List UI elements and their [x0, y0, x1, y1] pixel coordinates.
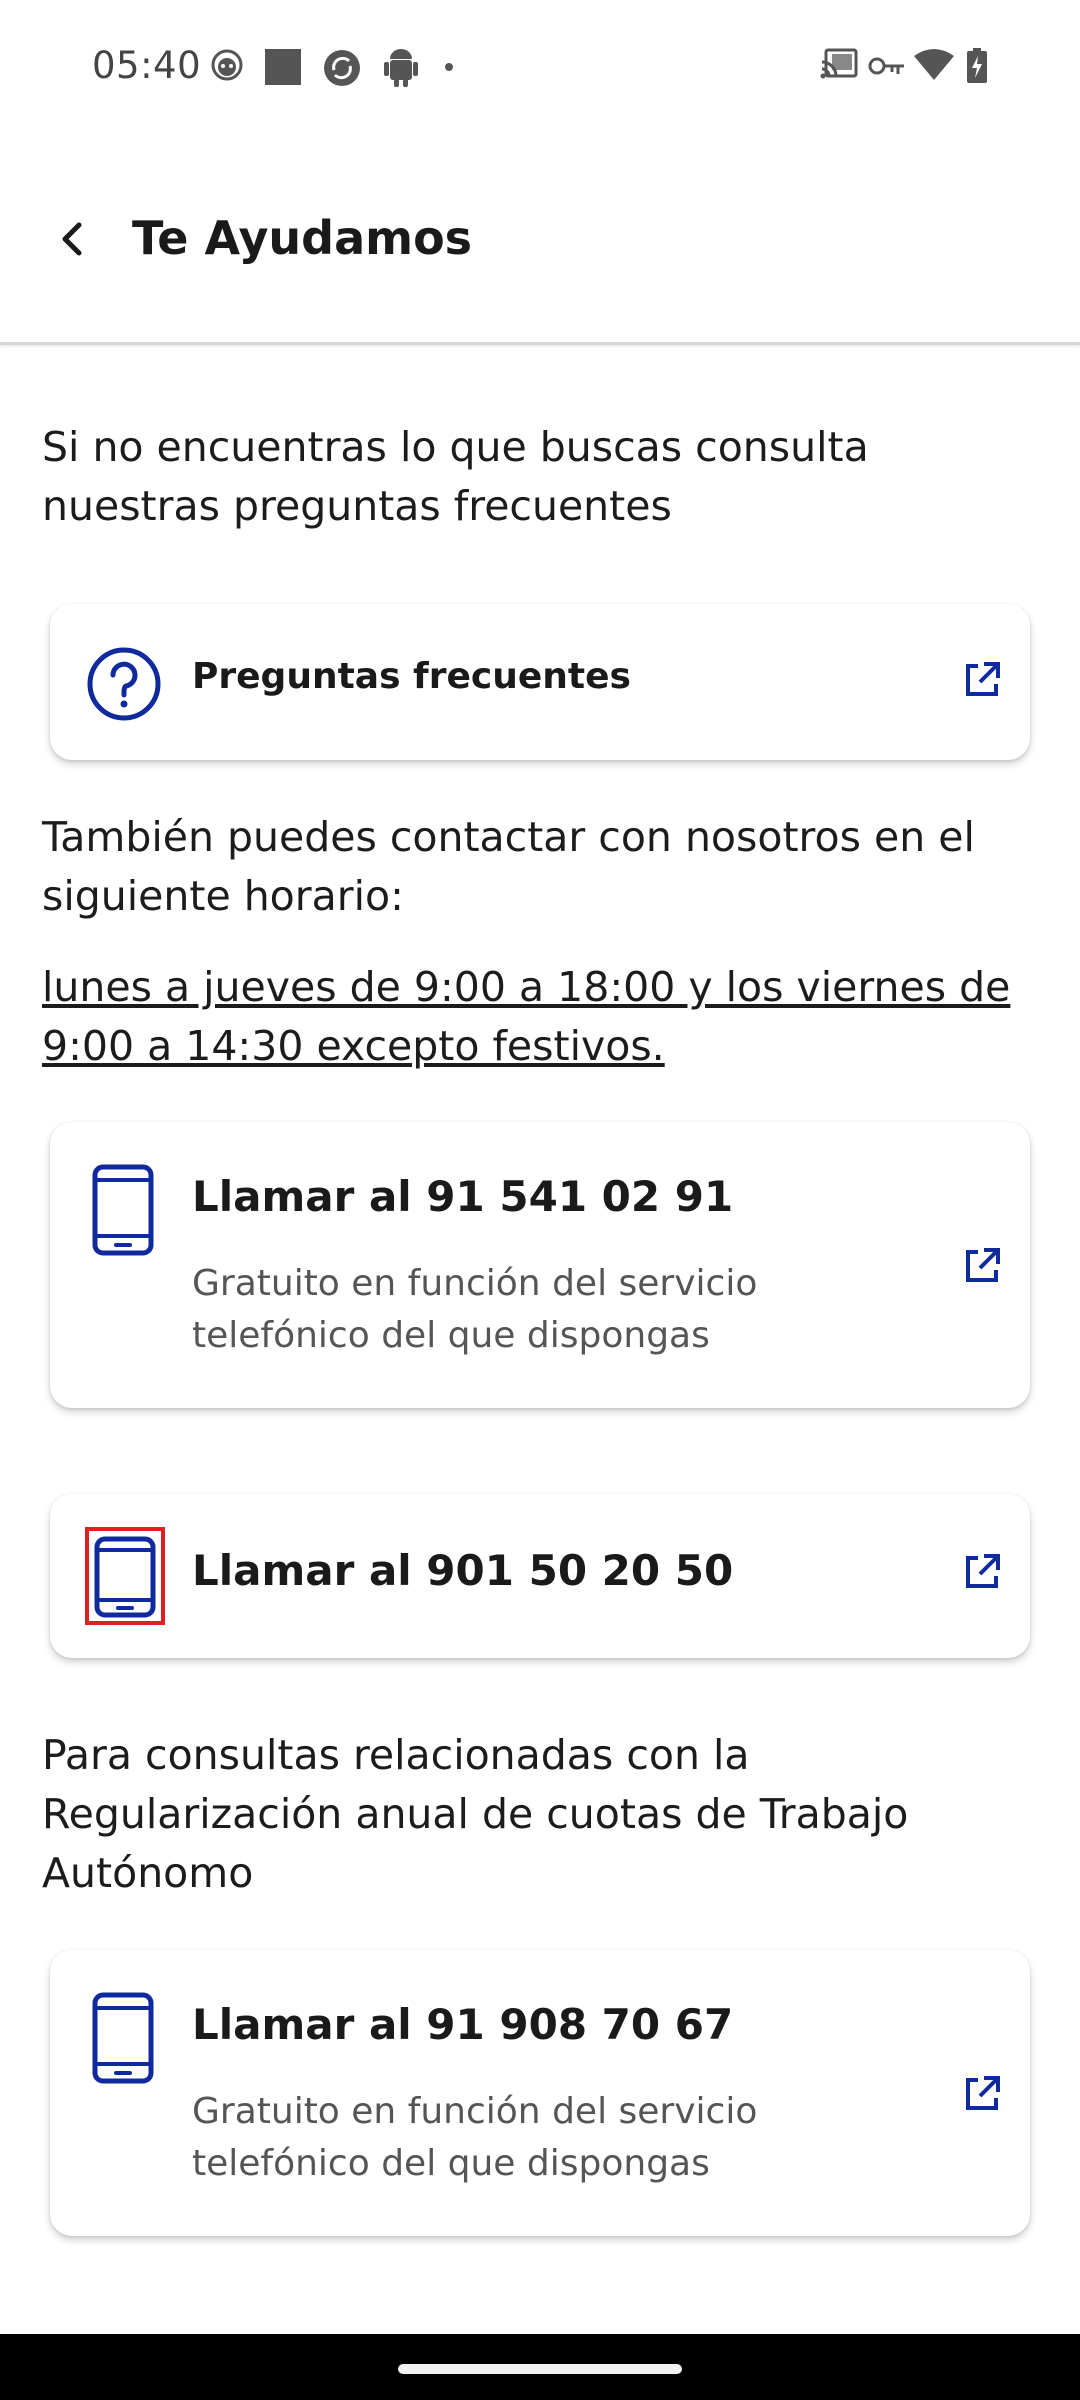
app-bar: Te Ayudamos [0, 135, 1080, 345]
android-notification-icon [384, 49, 418, 87]
open-external-icon[interactable] [962, 2074, 1002, 2114]
open-external-icon[interactable] [962, 1552, 1002, 1592]
back-arrow-icon [62, 222, 82, 256]
phone-1-subtitle: Gratuito en función del servicio telefón… [192, 1263, 758, 1356]
contact-text: También puedes contactar con nosotros en… [42, 813, 975, 920]
phone-card-2[interactable]: Llamar al 901 50 20 50 [50, 1494, 1030, 1658]
faq-label: Preguntas frecuentes [192, 656, 631, 697]
smartphone-icon [94, 1536, 156, 1618]
page-title: Te Ayudamos [132, 211, 473, 265]
phone-card-3[interactable]: Llamar al 91 908 70 67 Gratuito en funci… [50, 1950, 1030, 2236]
sync-notification-icon [324, 50, 360, 86]
regularization-text: Para consultas relacionadas con la Regul… [42, 1731, 909, 1897]
dot-icon [445, 63, 453, 71]
navigation-bar [0, 2334, 1080, 2400]
question-circle-icon [87, 647, 161, 721]
open-external-icon[interactable] [962, 1246, 1002, 1286]
cast-icon [820, 48, 858, 79]
phone-3-subtitle: Gratuito en función del servicio telefón… [192, 2091, 758, 2184]
wifi-icon [914, 49, 954, 80]
square-notification-icon [265, 49, 301, 85]
smartphone-icon [92, 1992, 154, 2084]
phone-1-title: Llamar al 91 541 02 91 [192, 1172, 734, 1221]
status-time: 05:40 [92, 44, 202, 87]
faq-card[interactable]: Preguntas frecuentes [50, 604, 1030, 760]
schedule-text: lunes a jueves de 9:00 a 18:00 y los vie… [42, 963, 1011, 1070]
smartphone-icon [92, 1164, 154, 1256]
phone-3-title: Llamar al 91 908 70 67 [192, 2000, 734, 2049]
status-bar: 05:40 [0, 0, 1080, 135]
battery-charging-icon [967, 48, 987, 83]
back-button[interactable] [48, 215, 96, 263]
face-notification-icon [211, 49, 243, 81]
phone-2-title: Llamar al 901 50 20 50 [192, 1546, 734, 1595]
vpn-key-icon [868, 57, 904, 75]
intro-text: Si no encuentras lo que buscas consulta … [42, 423, 869, 530]
home-gesture-handle[interactable] [398, 2364, 682, 2374]
open-external-icon[interactable] [962, 660, 1002, 700]
phone-card-1[interactable]: Llamar al 91 541 02 91 Gratuito en funci… [50, 1122, 1030, 1408]
